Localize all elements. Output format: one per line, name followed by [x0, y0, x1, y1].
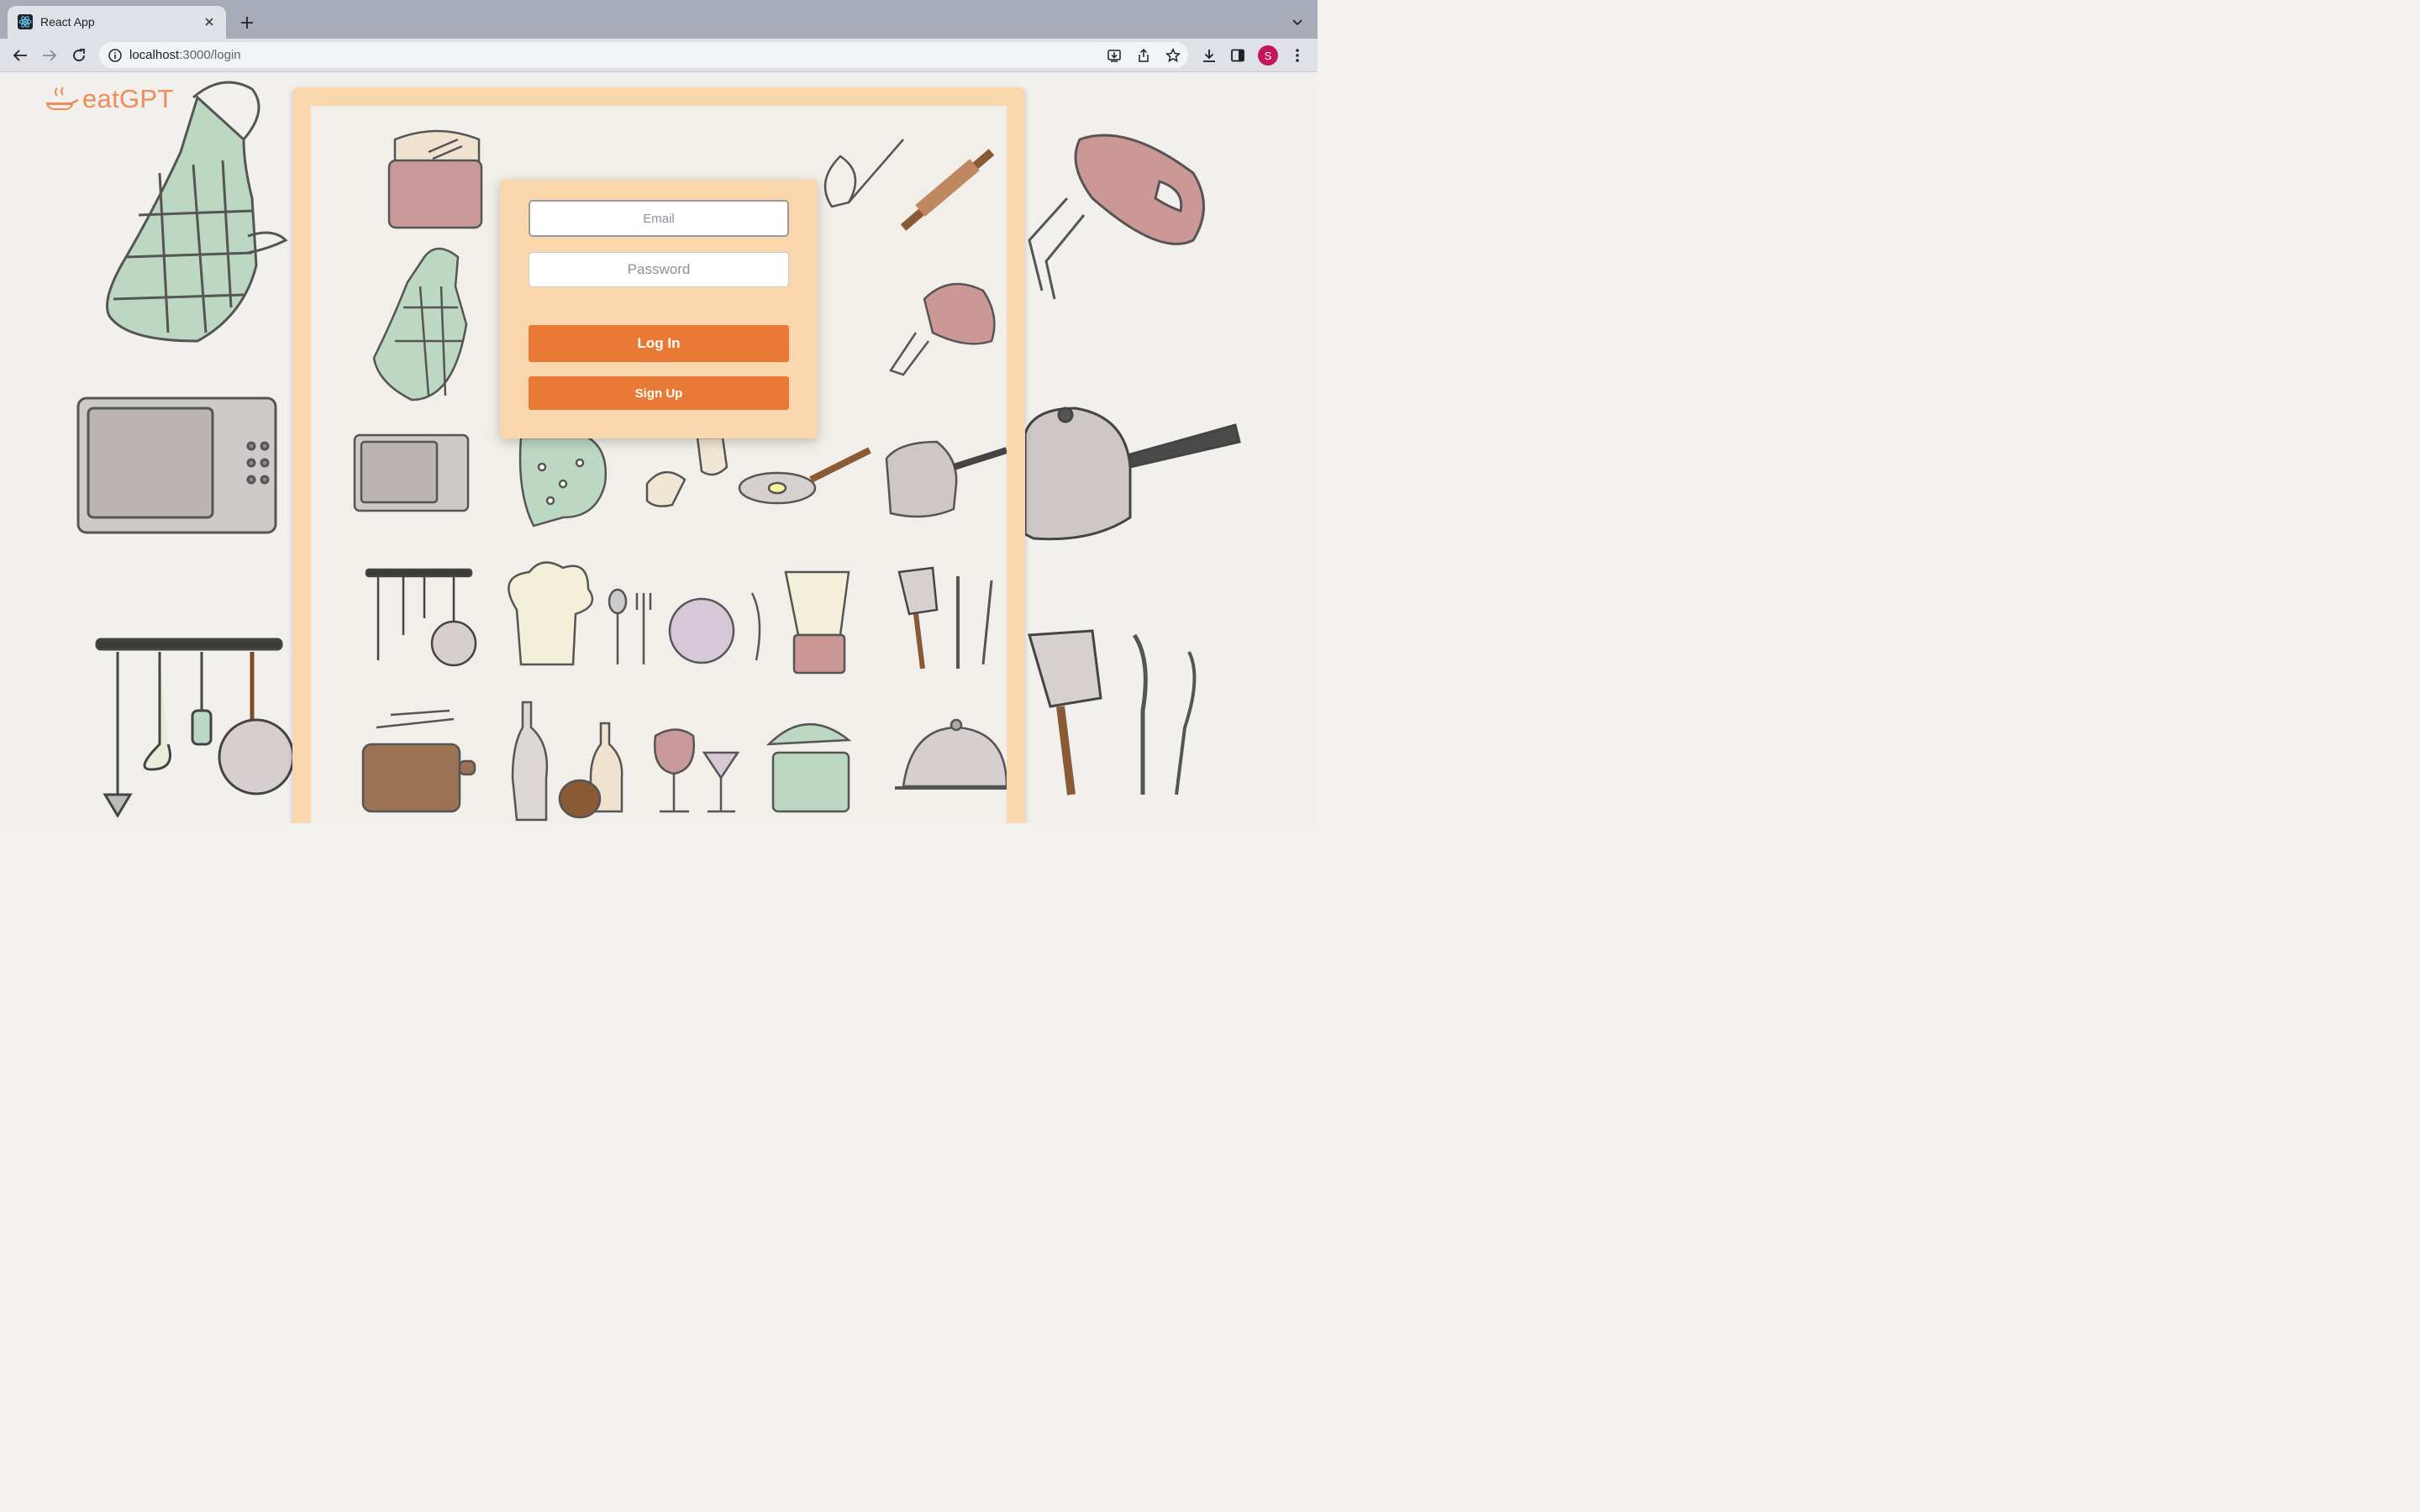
saucepan-icon: [1023, 407, 1241, 541]
chevron-down-icon[interactable]: [1289, 14, 1306, 31]
star-icon[interactable]: [1165, 47, 1181, 64]
rolling-pin-icon: [900, 149, 995, 231]
password-field[interactable]: [529, 252, 789, 287]
browser-toolbar: localhost:3000/login S: [0, 39, 1318, 72]
browser-tab[interactable]: React App: [8, 6, 226, 39]
microwave-icon: [76, 396, 277, 534]
saucepan-icon: [885, 440, 1007, 518]
info-icon[interactable]: [108, 48, 123, 63]
email-field[interactable]: [529, 200, 789, 237]
whisk-icon: [823, 139, 904, 208]
url-host: localhost: [129, 48, 180, 62]
knives-icon: [897, 566, 993, 669]
bottles-icon: [511, 701, 623, 822]
apron-icon: [372, 247, 468, 402]
login-button[interactable]: Log In: [529, 325, 789, 362]
utensil-rack-icon: [95, 638, 295, 818]
cleaver-icon: [1028, 629, 1197, 795]
sidebar-icon[interactable]: [1228, 46, 1247, 65]
back-icon[interactable]: [10, 45, 30, 66]
profile-avatar[interactable]: S: [1258, 45, 1278, 66]
microwave-icon: [353, 433, 470, 512]
frying-pan-icon: [738, 447, 871, 505]
stockpot-icon: [765, 722, 852, 813]
blender-icon: [784, 570, 850, 675]
cutlery-icon: [608, 588, 761, 664]
oven-mitt-icon: [518, 436, 607, 528]
download-icon[interactable]: [1200, 46, 1218, 65]
wine-glasses-icon: [654, 728, 740, 813]
react-favicon-icon: [18, 14, 33, 29]
app-logo-text: eatGPT: [82, 84, 174, 113]
url-text: localhost:3000/login: [129, 48, 241, 62]
share-icon[interactable]: [1135, 47, 1152, 64]
mixer-icon: [1028, 134, 1205, 300]
signup-button[interactable]: Sign Up: [529, 376, 789, 410]
reload-icon[interactable]: [69, 45, 89, 66]
apron-icon: [106, 81, 288, 343]
chef-hat-icon: [508, 561, 594, 666]
plus-icon[interactable]: [238, 13, 256, 32]
kebab-menu-icon[interactable]: [1288, 46, 1307, 65]
salt-pepper-icon: [645, 436, 729, 507]
address-bar[interactable]: localhost:3000/login: [99, 42, 1188, 68]
frying-pan-icon: [45, 87, 79, 110]
forward-icon[interactable]: [39, 45, 60, 66]
cloche-icon: [895, 718, 1007, 790]
url-path: :3000/login: [179, 48, 241, 62]
install-icon[interactable]: [1106, 47, 1123, 64]
close-icon[interactable]: [201, 13, 218, 30]
page-viewport: eatGPT Email Log In Sign Up: [0, 72, 1318, 823]
utensil-rack-icon: [365, 568, 477, 667]
tab-title: React App: [40, 15, 95, 29]
cutting-board-icon: [361, 709, 476, 813]
login-card: Log In Sign Up: [500, 180, 818, 438]
browser-tab-bar: React App: [0, 0, 1318, 39]
app-logo[interactable]: eatGPT: [45, 84, 174, 114]
hand-mixer-icon: [889, 282, 996, 376]
toaster-icon: [387, 129, 483, 229]
